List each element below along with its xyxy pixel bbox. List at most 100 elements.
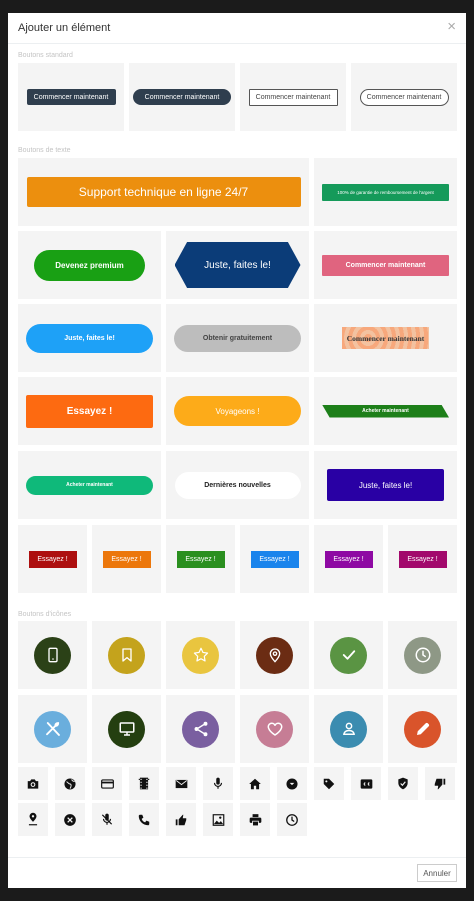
cc-icon[interactable] <box>351 767 381 800</box>
mic-off-icon[interactable] <box>92 803 122 836</box>
try-orange-button[interactable]: Essayez ! <box>26 394 153 428</box>
try-small-5-cell[interactable]: Essayez ! <box>314 525 383 593</box>
icon-button-heart-cell[interactable] <box>240 695 309 763</box>
dialog-footer: Annuler <box>8 857 466 888</box>
home-icon[interactable] <box>240 767 270 800</box>
icon-button-share-cell[interactable] <box>166 695 235 763</box>
heart-icon[interactable] <box>256 710 293 748</box>
icon-button-location-cell[interactable] <box>240 621 309 689</box>
icon-button-clock-cell[interactable] <box>388 621 457 689</box>
try-small-3-cell[interactable]: Essayez ! <box>166 525 235 593</box>
pencil-icon[interactable] <box>404 710 441 748</box>
try-orange-button-cell[interactable]: Essayez ! <box>18 377 161 445</box>
camera-icon[interactable] <box>18 767 48 800</box>
icon-button-star-cell[interactable] <box>166 621 235 689</box>
news-button-cell[interactable]: Dernières nouvelles <box>166 451 309 519</box>
section-label-text: Boutons de texte <box>18 147 71 154</box>
blue-button[interactable]: Juste, faites le! <box>26 323 153 353</box>
star-icon[interactable] <box>182 636 219 674</box>
icon-button-user-cell[interactable] <box>314 695 383 763</box>
close-circle-icon[interactable] <box>55 803 85 836</box>
buy-green-button-cell[interactable]: Acheter maintenant <box>314 377 457 445</box>
try-small-button-6[interactable]: Essayez ! <box>398 550 447 568</box>
dialog-header: Ajouter un élément × <box>8 13 466 44</box>
travel-button-cell[interactable]: Voyageons ! <box>166 377 309 445</box>
clock-icon[interactable] <box>404 636 441 674</box>
try-small-button-4[interactable]: Essayez ! <box>250 550 299 568</box>
buy-teal-button[interactable]: Acheter maintenant <box>26 475 153 495</box>
standard-button-1[interactable]: Commencer maintenant <box>26 89 116 105</box>
try-small-button-2[interactable]: Essayez ! <box>102 550 151 568</box>
standard-button-3[interactable]: Commencer maintenant <box>248 88 338 106</box>
premium-button[interactable]: Devenez premium <box>34 249 145 281</box>
dialog-title: Ajouter un élément <box>18 22 111 34</box>
microphone-icon[interactable] <box>203 767 233 800</box>
premium-button-cell[interactable]: Devenez premium <box>18 231 161 299</box>
pink-button[interactable]: Commencer maintenant <box>322 254 449 276</box>
image-icon[interactable] <box>203 803 233 836</box>
try-small-1-cell[interactable]: Essayez ! <box>18 525 87 593</box>
globe-icon[interactable] <box>55 767 85 800</box>
clock-outline-icon[interactable] <box>277 803 307 836</box>
try-small-2-cell[interactable]: Essayez ! <box>92 525 161 593</box>
guarantee-button-cell[interactable]: 100% de garantie de remboursement de l'a… <box>314 158 457 226</box>
support-button-cell[interactable]: Support technique en ligne 24/7 <box>18 158 309 226</box>
icon-button-check-cell[interactable] <box>314 621 383 689</box>
monitor-icon[interactable] <box>108 710 145 748</box>
standard-button-4[interactable]: Commencer maintenant <box>359 88 449 106</box>
phone-call-icon[interactable] <box>129 803 159 836</box>
bookmark-icon[interactable] <box>108 636 145 674</box>
standard-button-4-cell[interactable]: Commencer maintenant <box>351 63 457 131</box>
pattern-button-cell[interactable]: Commencer maintenant <box>314 304 457 372</box>
indigo-button-cell[interactable]: Juste, faites le! <box>314 451 457 519</box>
thumbs-up-icon[interactable] <box>166 803 196 836</box>
share-icon[interactable] <box>182 710 219 748</box>
mail-icon[interactable] <box>166 767 196 800</box>
guarantee-button[interactable]: 100% de garantie de remboursement de l'a… <box>322 183 449 201</box>
section-label-standard: Boutons standard <box>18 52 73 59</box>
buy-teal-button-cell[interactable]: Acheter maintenant <box>18 451 161 519</box>
hex-button-cell[interactable]: Juste, faites le! <box>166 231 309 299</box>
pin-icon[interactable] <box>18 803 48 836</box>
hex-button[interactable]: Juste, faites le! <box>174 242 301 288</box>
support-button[interactable]: Support technique en ligne 24/7 <box>26 177 301 207</box>
pink-button-cell[interactable]: Commencer maintenant <box>314 231 457 299</box>
try-small-6-cell[interactable]: Essayez ! <box>388 525 457 593</box>
icon-button-pencil-cell[interactable] <box>388 695 457 763</box>
try-small-button-3[interactable]: Essayez ! <box>176 550 225 568</box>
icon-button-bookmark-cell[interactable] <box>92 621 161 689</box>
tag-icon[interactable] <box>314 767 344 800</box>
icon-button-utensils-cell[interactable] <box>18 695 87 763</box>
add-element-dialog: Ajouter un élément × Boutons standard Co… <box>8 13 466 888</box>
try-small-button-1[interactable]: Essayez ! <box>28 550 77 568</box>
user-icon[interactable] <box>330 710 367 748</box>
cancel-button[interactable]: Annuler <box>417 864 457 882</box>
free-button-cell[interactable]: Obtenir gratuitement <box>166 304 309 372</box>
icon-button-phone-cell[interactable] <box>18 621 87 689</box>
film-icon[interactable] <box>129 767 159 800</box>
blue-button-cell[interactable]: Juste, faites le! <box>18 304 161 372</box>
news-button[interactable]: Dernières nouvelles <box>174 471 301 499</box>
phone-icon[interactable] <box>34 636 71 674</box>
icon-button-monitor-cell[interactable] <box>92 695 161 763</box>
standard-button-3-cell[interactable]: Commencer maintenant <box>240 63 346 131</box>
free-button[interactable]: Obtenir gratuitement <box>174 324 301 352</box>
chevron-circle-icon[interactable] <box>277 767 307 800</box>
location-pin-icon[interactable] <box>256 636 293 674</box>
buy-green-button[interactable]: Acheter maintenant <box>322 404 449 418</box>
print-icon[interactable] <box>240 803 270 836</box>
standard-button-2[interactable]: Commencer maintenant <box>133 89 231 105</box>
shield-check-icon[interactable] <box>388 767 418 800</box>
try-small-4-cell[interactable]: Essayez ! <box>240 525 309 593</box>
pattern-button[interactable]: Commencer maintenant <box>342 327 429 349</box>
check-icon[interactable] <box>330 636 367 674</box>
standard-button-2-cell[interactable]: Commencer maintenant <box>129 63 235 131</box>
try-small-button-5[interactable]: Essayez ! <box>324 550 373 568</box>
standard-button-1-cell[interactable]: Commencer maintenant <box>18 63 124 131</box>
travel-button[interactable]: Voyageons ! <box>174 396 301 426</box>
utensils-icon[interactable] <box>34 710 71 748</box>
indigo-button[interactable]: Juste, faites le! <box>327 469 444 501</box>
credit-card-icon[interactable] <box>92 767 122 800</box>
thumbs-down-icon[interactable] <box>425 767 455 800</box>
close-icon[interactable]: × <box>447 19 456 34</box>
